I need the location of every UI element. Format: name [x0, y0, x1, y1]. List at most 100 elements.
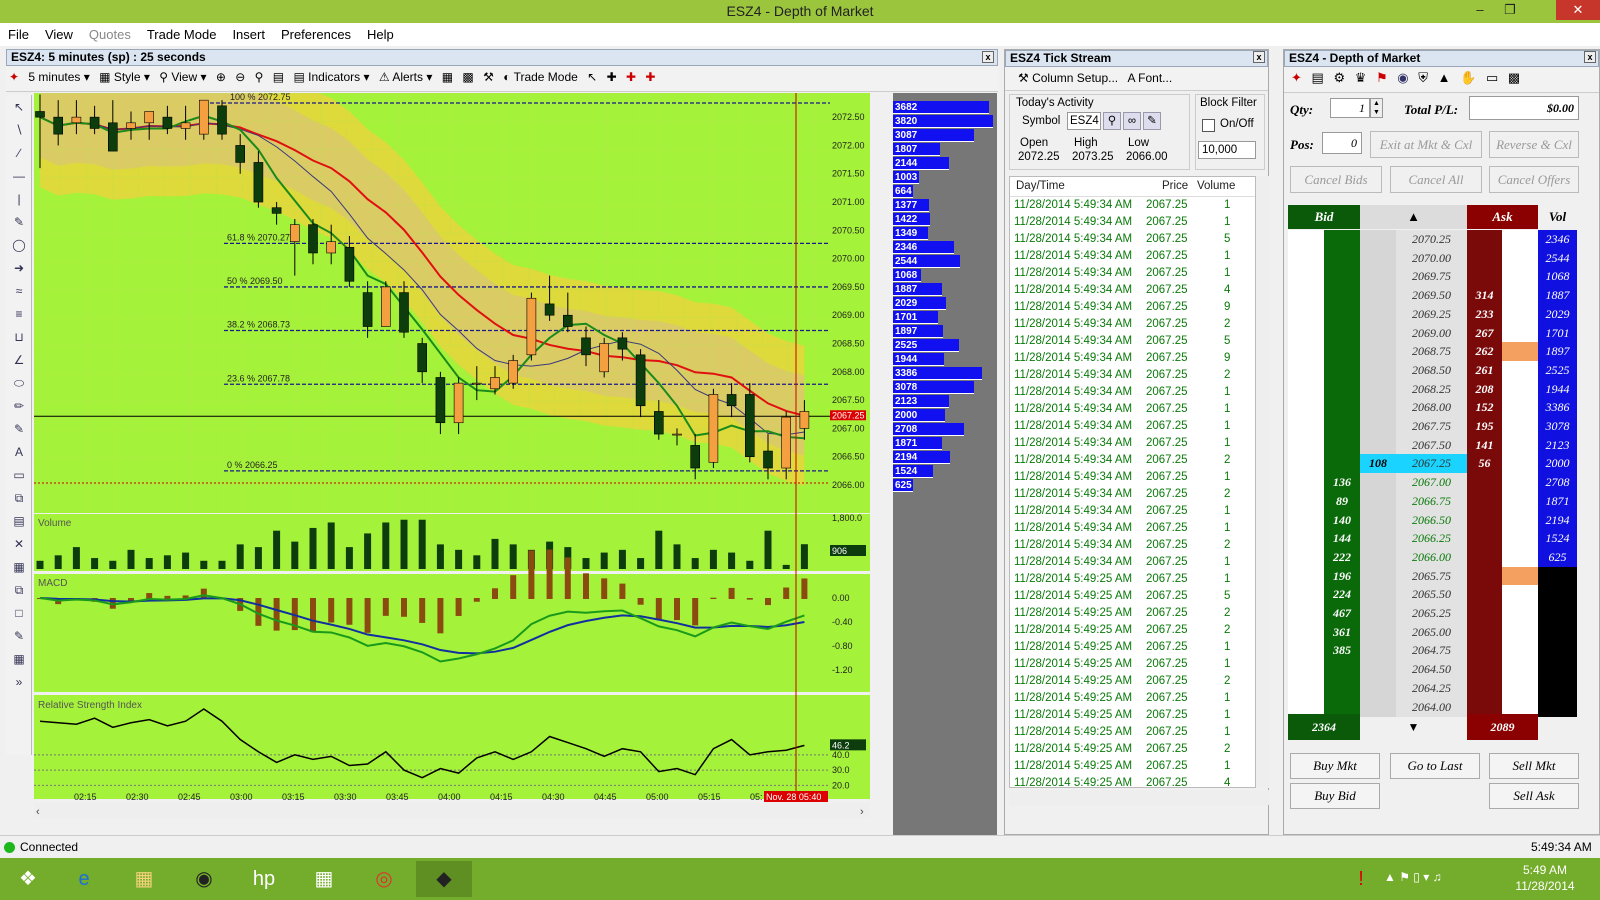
dom-ask-cell[interactable]: 208 [1467, 379, 1502, 399]
dom-last-cell[interactable] [1360, 435, 1396, 455]
candle-body[interactable] [726, 394, 737, 407]
price-chart[interactable]: 100 % 2072.75 61.8 % 2070.27 50 % 2069.50 3… [34, 93, 894, 820]
tick-row[interactable]: 11/28/2014 5:49:25 AM 2067.25 2 [1010, 673, 1255, 690]
dom-last-cell[interactable] [1360, 678, 1396, 698]
ie-icon[interactable]: e [56, 861, 112, 897]
tick-row[interactable]: 11/28/2014 5:49:34 AM 2067.25 2 [1010, 316, 1255, 333]
dom-bid-cell[interactable]: 222 [1324, 547, 1360, 567]
alert-tray-icon[interactable]: ! [1346, 861, 1376, 897]
interval-select[interactable]: 5 minutes ▾ [25, 66, 92, 88]
dom-row[interactable]: 2069.50 314 1887 [1288, 286, 1585, 306]
dom-row[interactable]: 2068.00 152 3386 [1288, 398, 1585, 418]
scroll-left-icon[interactable]: ‹ [36, 806, 40, 818]
tick-row[interactable]: 11/28/2014 5:49:25 AM 2067.25 1 [1010, 724, 1255, 741]
colors-icon[interactable]: ▩ [459, 66, 476, 88]
dom-last-cell[interactable] [1360, 547, 1396, 567]
tick-row[interactable]: 11/28/2014 5:49:34 AM 2067.25 1 [1010, 435, 1255, 452]
dom-last-cell[interactable] [1360, 267, 1396, 287]
dom-row[interactable]: 361 2065.00 [1288, 622, 1585, 642]
dom-ask-cell[interactable]: 262 [1467, 342, 1502, 362]
pencil-icon[interactable]: ✏ [8, 395, 30, 417]
crosshair-red-icon[interactable]: ✚ [623, 66, 639, 88]
price-sort-icon[interactable]: ▲ [1360, 205, 1467, 229]
horizontal-line-icon[interactable]: — [8, 165, 30, 187]
tick-close-icon[interactable]: x [1253, 51, 1265, 63]
candle-body[interactable] [326, 241, 337, 254]
candle-body[interactable] [235, 145, 245, 163]
close-button[interactable]: ✕ [1556, 0, 1600, 20]
dom-bid-cell[interactable] [1324, 248, 1360, 268]
dom-ask-cell[interactable] [1467, 678, 1502, 698]
dom-bid-cell[interactable] [1324, 342, 1360, 362]
arrow-icon[interactable]: ➜ [8, 257, 30, 279]
cursor-icon[interactable]: ↖ [584, 66, 600, 88]
dom-row[interactable]: 89 2066.75 1871 [1288, 491, 1585, 511]
candle-body[interactable] [271, 207, 282, 214]
line-icon[interactable]: ∖ [8, 119, 30, 141]
tick-row[interactable]: 11/28/2014 5:49:34 AM 2067.25 1 [1010, 384, 1255, 401]
pin-icon[interactable]: ✦ [6, 66, 22, 88]
tools-icon[interactable]: ⚒ [480, 66, 497, 88]
dom-last-cell[interactable] [1360, 286, 1396, 306]
style-menu[interactable]: ▦ Style ▾ [96, 66, 153, 88]
tick-row[interactable]: 11/28/2014 5:49:34 AM 2067.25 4 [1010, 282, 1255, 299]
candle-body[interactable] [71, 116, 82, 124]
dom-row[interactable]: 2068.75 262 1897 [1288, 342, 1585, 362]
candle-body[interactable] [508, 360, 519, 384]
dom-bid-cell[interactable] [1324, 304, 1360, 324]
symbol-link-icon[interactable]: ∞ [1123, 112, 1141, 130]
dom-bid-cell[interactable] [1324, 230, 1360, 249]
dom-last-cell[interactable] [1360, 566, 1396, 586]
dom-ask-cell[interactable] [1467, 547, 1502, 567]
hp-icon[interactable]: hp [236, 861, 292, 897]
tick-row[interactable]: 11/28/2014 5:49:34 AM 2067.25 1 [1010, 248, 1255, 265]
tray-clock[interactable]: 5:49 AM 11/28/2014 [1500, 862, 1590, 894]
dom-bid-cell[interactable]: 136 [1324, 473, 1360, 493]
block-filter-checkbox[interactable] [1202, 119, 1215, 132]
candle-body[interactable] [417, 343, 428, 373]
chart-scrollbar[interactable] [34, 803, 870, 818]
tick-row[interactable]: 11/28/2014 5:49:34 AM 2067.25 1 [1010, 469, 1255, 486]
candle-body[interactable] [162, 116, 173, 129]
dom-ask-cell[interactable] [1467, 491, 1502, 511]
dom-ask-cell[interactable] [1467, 585, 1502, 605]
tick-row[interactable]: 11/28/2014 5:49:25 AM 2067.25 2 [1010, 622, 1255, 639]
menu-view[interactable]: View [37, 23, 81, 46]
sell-mkt-button[interactable]: Sell Mkt [1489, 753, 1579, 779]
dom-last-cell[interactable] [1360, 641, 1396, 661]
dom-bid-cell[interactable] [1324, 417, 1360, 436]
dom-bid-cell[interactable] [1324, 398, 1360, 418]
select-box-icon[interactable]: □ [8, 602, 30, 624]
exit-at-mkt-button[interactable]: Exit at Mkt & Cxl [1370, 131, 1482, 158]
tick-row[interactable]: 11/28/2014 5:49:34 AM 2067.25 1 [1010, 418, 1255, 435]
dom-row[interactable]: 2069.75 1068 [1288, 267, 1585, 287]
tick-row[interactable]: 11/28/2014 5:49:34 AM 2067.25 1 [1010, 503, 1255, 520]
tick-row[interactable]: 11/28/2014 5:49:25 AM 2067.25 1 [1010, 707, 1255, 724]
dom-colors-icon[interactable]: ▩ [1505, 67, 1523, 89]
tick-row[interactable]: 11/28/2014 5:49:34 AM 2067.25 1 [1010, 197, 1255, 214]
explorer-icon[interactable]: ▦ [116, 861, 172, 897]
menu-trade-mode[interactable]: Trade Mode [139, 23, 225, 46]
note-icon[interactable]: ✎ [8, 211, 30, 233]
candle-body[interactable] [781, 416, 792, 469]
pitchfork-icon[interactable]: ⊔ [8, 326, 30, 348]
dom-row[interactable]: 224 2065.50 [1288, 585, 1585, 605]
cancel-all-button[interactable]: Cancel All [1390, 166, 1482, 193]
dom-last-cell[interactable] [1360, 510, 1396, 530]
tick-row[interactable]: 11/28/2014 5:49:34 AM 2067.25 2 [1010, 486, 1255, 503]
text-icon[interactable]: A [8, 441, 30, 463]
candle-body[interactable] [708, 394, 719, 463]
dom-row[interactable]: 222 2066.00 625 [1288, 547, 1585, 567]
duplicate-icon[interactable]: ⧉ [8, 579, 30, 601]
vertical-line-icon[interactable]: | [8, 188, 30, 210]
candle-body[interactable] [253, 162, 264, 203]
dom-bid-cell[interactable] [1324, 435, 1360, 455]
dom-row[interactable]: 136 2067.00 2708 [1288, 473, 1585, 493]
tick-row[interactable]: 11/28/2014 5:49:34 AM 2067.25 1 [1010, 214, 1255, 231]
dom-last-cell[interactable] [1360, 417, 1396, 436]
dom-bid-cell[interactable]: 140 [1324, 510, 1360, 530]
dom-list-icon[interactable]: ▤ [1309, 67, 1327, 89]
dom-row[interactable]: 2070.25 2346 [1288, 230, 1585, 249]
dom-bid-cell[interactable] [1324, 323, 1360, 343]
dom-ask-cell[interactable]: 233 [1467, 304, 1502, 324]
